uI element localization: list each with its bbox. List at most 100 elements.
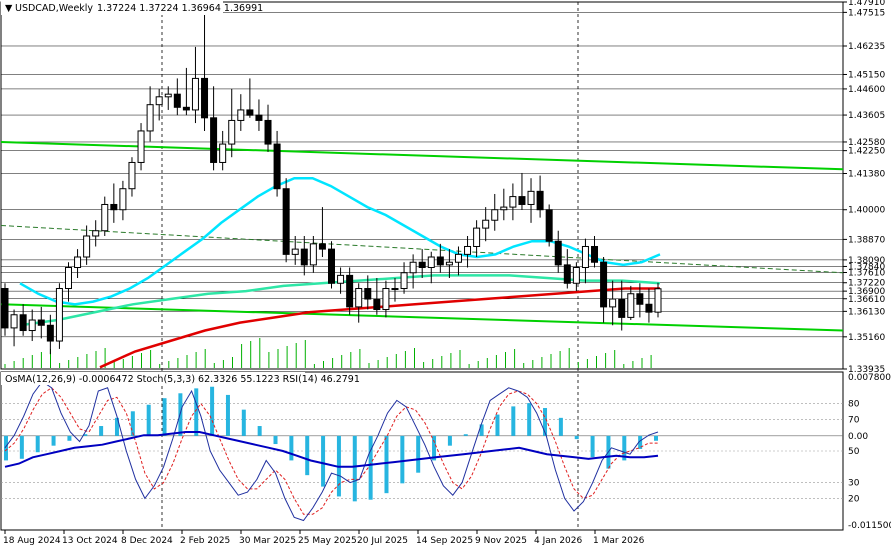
- time-label: 1 Mar 2026: [593, 536, 645, 546]
- osma-bar: [416, 435, 421, 473]
- candle-body-up: [64, 267, 72, 290]
- dropdown-icon[interactable]: ▼: [5, 3, 13, 14]
- candle-body-up: [427, 256, 435, 269]
- chart-window[interactable]: 1.479101.47515 1.46235 1.45150 1.44600 1.436…: [0, 0, 891, 549]
- candle-body-up: [572, 267, 580, 284]
- candle-body-up: [491, 209, 499, 221]
- osma-bar: [321, 435, 326, 487]
- candle-body-down: [600, 261, 608, 308]
- osma-bar: [257, 426, 262, 436]
- candle-body-up: [101, 203, 109, 232]
- osma-bar: [4, 435, 8, 461]
- candle-body-down: [364, 288, 372, 300]
- candle-body-up: [473, 227, 481, 247]
- stoch-level-label: 80: [848, 400, 860, 410]
- price-label: 1.40000: [848, 206, 885, 216]
- price-label: 1.36610: [848, 295, 885, 305]
- candle-body-up: [10, 314, 18, 329]
- osma-bar: [558, 417, 563, 436]
- candle-body-down: [282, 188, 290, 255]
- candle[interactable]: [282, 178, 290, 263]
- price-label: 1.35160: [848, 333, 885, 343]
- chart-ohlc: 1.37224 1.37224 1.36964 1.36991: [97, 3, 263, 14]
- stoch-level-label: 50: [848, 447, 860, 457]
- candle-body-down: [591, 245, 599, 263]
- stoch-level-label: 30: [848, 479, 860, 489]
- candle-body-up: [464, 245, 472, 255]
- candle-body-up: [164, 93, 172, 98]
- chart-symbol: USDCAD,Weekly: [15, 3, 93, 14]
- candle-body-up: [146, 104, 154, 132]
- price-label: 1.37610: [848, 268, 885, 278]
- candle-body-down: [46, 324, 54, 342]
- candle-body-down: [618, 298, 626, 318]
- candle-body-down: [173, 93, 181, 108]
- osma-bar: [210, 386, 215, 436]
- price-label: 1.46235: [848, 42, 885, 52]
- candle-body-down: [373, 298, 381, 311]
- candle[interactable]: [545, 204, 553, 247]
- stoch-level-label: 20: [848, 494, 860, 504]
- candle-body-up: [291, 248, 299, 255]
- candle-body-up: [74, 256, 82, 269]
- price-label: 1.45150: [848, 70, 885, 80]
- osma-bar: [590, 435, 595, 458]
- time-label: 14 Sep 2025: [416, 536, 473, 546]
- osma-bar: [130, 411, 135, 436]
- candle-body-down: [318, 243, 326, 250]
- candle-body-down: [436, 256, 444, 266]
- price-label: 1.41380: [848, 169, 885, 179]
- osma-bar: [447, 435, 452, 446]
- price-label: 1.43605: [848, 111, 885, 121]
- candle-body-down: [264, 119, 272, 145]
- osma-bar: [400, 435, 405, 484]
- candle-body-down: [19, 314, 27, 332]
- price-label: 1.36130: [848, 307, 885, 317]
- osma-bar: [463, 434, 468, 436]
- candle-body-up: [581, 245, 589, 269]
- time-label: 4 Jan 2026: [534, 536, 582, 546]
- osma-bar: [495, 414, 500, 436]
- candle[interactable]: [1, 283, 9, 336]
- osma-bar: [51, 435, 56, 446]
- candle-body-up: [219, 143, 227, 163]
- candle-body-up: [627, 293, 635, 318]
- candle-body-down: [210, 117, 218, 163]
- candle-body-up: [527, 190, 535, 205]
- candle-body-up: [454, 253, 462, 263]
- candle-body-up: [482, 219, 490, 229]
- osma-bar: [99, 426, 104, 436]
- osma-bar: [194, 388, 199, 436]
- candle-body-up: [337, 274, 345, 284]
- candle[interactable]: [55, 283, 63, 349]
- candle-body-up: [128, 161, 136, 190]
- time-label: 9 Nov 2025: [475, 536, 527, 546]
- osma-bar: [225, 394, 230, 436]
- candle-body-down: [255, 114, 263, 121]
- candle-body-up: [191, 77, 199, 111]
- osma-bar: [384, 435, 389, 494]
- osma-bar: [368, 435, 373, 500]
- osma-bar: [273, 435, 278, 445]
- time-label: 13 Oct 2024: [62, 536, 118, 546]
- candle-body-up: [654, 288, 662, 313]
- time-label: 30 Mar 2025: [239, 536, 296, 546]
- osma-bar: [574, 435, 579, 440]
- candle-body-down: [645, 303, 653, 313]
- candle-body-down: [536, 190, 544, 211]
- candle-body-up: [382, 288, 390, 311]
- osma-bar: [511, 406, 516, 436]
- price-label: 1.47515: [848, 8, 885, 18]
- indicator-header: OsMA(12,26,9) -0.0006472 Stoch(5,3,3) 62…: [5, 374, 360, 385]
- candle-body-up: [92, 230, 100, 237]
- candle-body-down: [328, 248, 335, 284]
- candle-body-up: [409, 261, 417, 274]
- time-label: 8 Dec 2024: [121, 536, 173, 546]
- stoch-level-label: 70: [848, 415, 860, 425]
- candle-body-up: [228, 119, 236, 145]
- osma-bar: [162, 398, 167, 436]
- price-label: 1.38870: [848, 235, 885, 245]
- candle-body-up: [355, 288, 363, 308]
- candle-body-down: [518, 196, 526, 205]
- osma-zero-label: 0.00: [848, 432, 868, 442]
